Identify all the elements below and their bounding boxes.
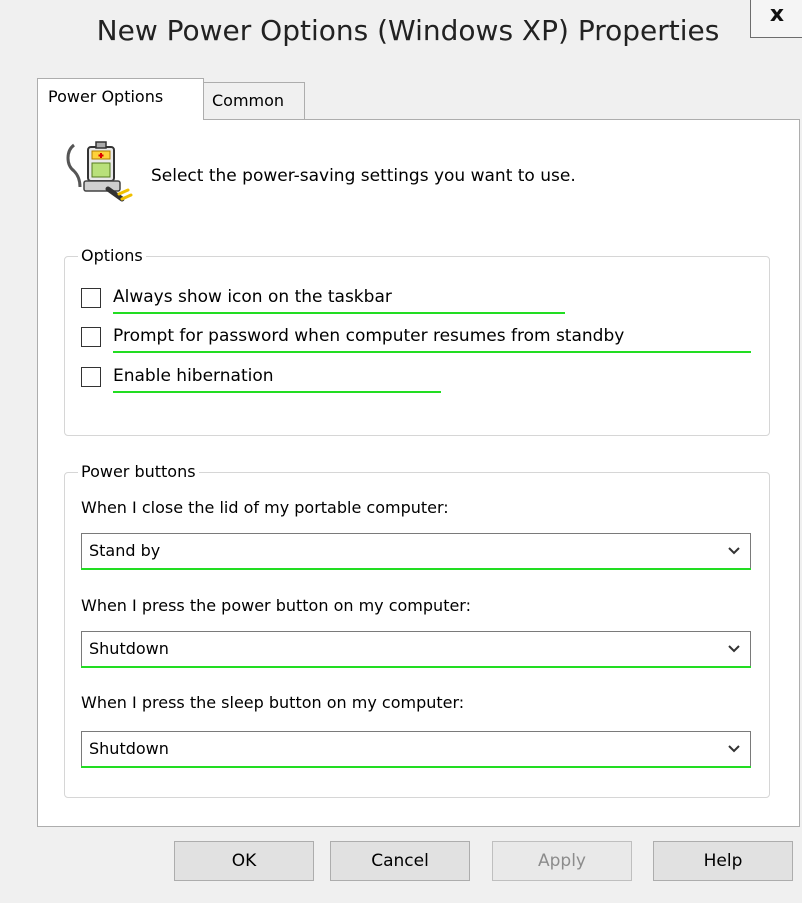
highlight-underline bbox=[113, 351, 751, 353]
highlight-underline bbox=[81, 568, 751, 570]
chevron-down-icon bbox=[728, 645, 740, 653]
highlight-underline bbox=[113, 391, 441, 393]
enable-hibernation-checkbox[interactable] bbox=[81, 367, 101, 387]
apply-button[interactable]: Apply bbox=[492, 841, 632, 881]
highlight-underline bbox=[81, 666, 751, 668]
header-description: Select the power-saving settings you wan… bbox=[151, 166, 576, 186]
sleep-button-dropdown[interactable]: Shutdown bbox=[81, 731, 751, 768]
sleep-button-selected-value: Shutdown bbox=[89, 739, 169, 758]
options-group-legend: Options bbox=[78, 246, 146, 265]
tab-common[interactable]: Common bbox=[203, 82, 305, 119]
lid-close-dropdown[interactable]: Stand by bbox=[81, 533, 751, 570]
sleep-button-label: When I press the sleep button on my comp… bbox=[81, 693, 465, 712]
properties-dialog: New Power Options (Windows XP) Propertie… bbox=[0, 0, 802, 903]
always-show-icon-label[interactable]: Always show icon on the taskbar bbox=[113, 287, 392, 307]
window-title: New Power Options (Windows XP) Propertie… bbox=[96, 14, 720, 47]
help-button[interactable]: Help bbox=[653, 841, 793, 881]
cancel-button[interactable]: Cancel bbox=[330, 841, 470, 881]
power-button-selected-value: Shutdown bbox=[89, 639, 169, 658]
lid-close-label: When I close the lid of my portable comp… bbox=[81, 498, 449, 517]
always-show-icon-checkbox[interactable] bbox=[81, 288, 101, 308]
lid-close-selected-value: Stand by bbox=[89, 541, 161, 560]
highlight-underline bbox=[113, 312, 565, 314]
tab-power-options[interactable]: Power Options bbox=[37, 78, 204, 120]
close-button[interactable]: x bbox=[750, 0, 802, 38]
prompt-password-label[interactable]: Prompt for password when computer resume… bbox=[113, 326, 624, 346]
prompt-password-checkbox[interactable] bbox=[81, 327, 101, 347]
power-button-dropdown[interactable]: Shutdown bbox=[81, 631, 751, 668]
title-bar[interactable]: New Power Options (Windows XP) Propertie… bbox=[0, 0, 802, 64]
options-groupbox bbox=[64, 256, 770, 436]
chevron-down-icon bbox=[728, 745, 740, 753]
chevron-down-icon bbox=[728, 547, 740, 555]
close-icon: x bbox=[769, 2, 785, 27]
power-buttons-group-legend: Power buttons bbox=[78, 462, 199, 481]
ok-button[interactable]: OK bbox=[174, 841, 314, 881]
power-button-label: When I press the power button on my comp… bbox=[81, 596, 471, 615]
highlight-underline bbox=[81, 766, 751, 768]
power-battery-icon bbox=[66, 141, 133, 202]
enable-hibernation-label[interactable]: Enable hibernation bbox=[113, 366, 274, 386]
